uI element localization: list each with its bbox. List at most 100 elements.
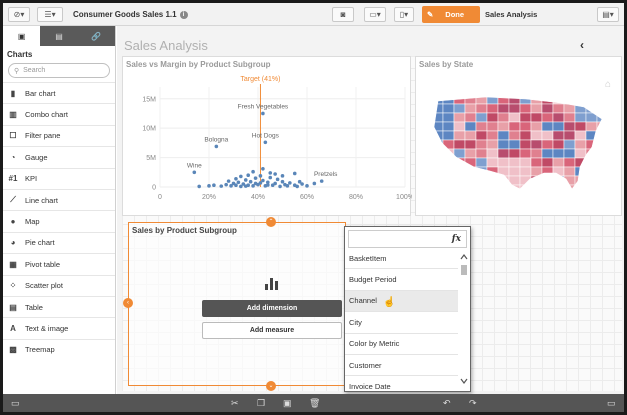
state-shape[interactable] bbox=[497, 121, 510, 132]
dimension-option[interactable]: Channel ☝ bbox=[345, 290, 458, 313]
state-shape[interactable] bbox=[453, 139, 466, 150]
state-shape[interactable] bbox=[486, 130, 499, 141]
state-shape[interactable] bbox=[519, 121, 532, 132]
dimension-option[interactable]: Customer bbox=[345, 355, 458, 377]
resize-handle-top[interactable]: ⌃ bbox=[266, 217, 276, 227]
state-shape[interactable] bbox=[530, 148, 543, 159]
chart-type-map[interactable]: ● Map bbox=[3, 210, 115, 231]
state-shape[interactable] bbox=[541, 121, 554, 132]
expression-input[interactable]: fx bbox=[348, 230, 467, 248]
state-shape[interactable] bbox=[541, 184, 554, 194]
state-shape[interactable] bbox=[519, 103, 532, 114]
state-shape[interactable] bbox=[475, 103, 488, 114]
state-shape[interactable] bbox=[596, 148, 608, 159]
state-shape[interactable] bbox=[585, 184, 598, 194]
state-shape[interactable] bbox=[541, 112, 554, 123]
state-shape[interactable] bbox=[541, 148, 554, 159]
state-shape[interactable] bbox=[497, 148, 510, 159]
delete-icon[interactable]: 🗑 bbox=[309, 397, 320, 409]
state-shape[interactable] bbox=[596, 121, 608, 132]
state-shape[interactable] bbox=[596, 175, 608, 186]
state-shape[interactable] bbox=[497, 95, 510, 105]
state-shape[interactable] bbox=[541, 175, 554, 186]
state-shape[interactable] bbox=[574, 95, 587, 105]
state-shape[interactable] bbox=[530, 139, 543, 150]
state-shape[interactable] bbox=[585, 95, 598, 105]
state-shape[interactable] bbox=[432, 130, 444, 141]
dimension-option[interactable]: BasketItem bbox=[345, 248, 458, 270]
resize-handle-bottom[interactable]: ⌄ bbox=[266, 381, 276, 391]
state-shape[interactable] bbox=[541, 139, 554, 150]
info-icon[interactable]: i bbox=[179, 10, 188, 19]
state-shape[interactable] bbox=[552, 103, 565, 114]
state-shape[interactable] bbox=[541, 166, 554, 177]
state-shape[interactable] bbox=[464, 130, 477, 141]
state-shape[interactable] bbox=[475, 148, 488, 159]
state-shape[interactable] bbox=[497, 184, 510, 194]
state-shape[interactable] bbox=[432, 148, 444, 159]
state-shape[interactable] bbox=[508, 139, 521, 150]
state-shape[interactable] bbox=[464, 184, 477, 194]
chart-type-pivot-table[interactable]: ▦ Pivot table bbox=[3, 253, 115, 274]
charts-tab[interactable]: ▣ bbox=[3, 26, 41, 46]
state-shape[interactable] bbox=[596, 184, 608, 194]
state-shape[interactable] bbox=[530, 103, 543, 114]
state-shape[interactable] bbox=[530, 184, 543, 194]
state-shape[interactable] bbox=[530, 121, 543, 132]
state-shape[interactable] bbox=[508, 121, 521, 132]
state-shape[interactable] bbox=[475, 139, 488, 150]
map-chart-panel[interactable]: Sales by State ⌂ bbox=[415, 56, 622, 216]
state-shape[interactable] bbox=[453, 121, 466, 132]
state-shape[interactable] bbox=[585, 121, 598, 132]
state-shape[interactable] bbox=[497, 175, 510, 186]
state-shape[interactable] bbox=[497, 112, 510, 123]
state-shape[interactable] bbox=[464, 139, 477, 150]
state-shape[interactable] bbox=[486, 148, 499, 159]
state-shape[interactable] bbox=[475, 184, 488, 194]
state-shape[interactable] bbox=[519, 148, 532, 159]
state-shape[interactable] bbox=[475, 130, 488, 141]
state-shape[interactable] bbox=[519, 112, 532, 123]
chart-type-kpi[interactable]: #1 KPI bbox=[3, 167, 115, 189]
selected-chart-panel[interactable]: Sales by Product Subgroup Add dimension … bbox=[123, 217, 346, 391]
state-shape[interactable] bbox=[486, 112, 499, 123]
state-shape[interactable] bbox=[596, 103, 608, 114]
state-shape[interactable] bbox=[486, 157, 499, 168]
state-shape[interactable] bbox=[530, 130, 543, 141]
state-shape[interactable] bbox=[464, 148, 477, 159]
state-shape[interactable] bbox=[508, 157, 521, 168]
presentation-icon[interactable]: ▭▾ bbox=[364, 7, 386, 22]
chart-search-input[interactable]: ⚲ Search bbox=[8, 63, 110, 78]
state-shape[interactable] bbox=[585, 148, 598, 159]
copy-icon[interactable]: ❐ bbox=[257, 397, 265, 409]
state-shape[interactable] bbox=[453, 175, 466, 186]
state-shape[interactable] bbox=[442, 112, 455, 123]
state-shape[interactable] bbox=[563, 139, 576, 150]
state-shape[interactable] bbox=[596, 95, 608, 105]
state-shape[interactable] bbox=[475, 121, 488, 132]
state-shape[interactable] bbox=[442, 121, 455, 132]
state-shape[interactable] bbox=[475, 166, 488, 177]
dropdown-scrollbar[interactable] bbox=[460, 253, 468, 385]
state-shape[interactable] bbox=[453, 157, 466, 168]
state-shape[interactable] bbox=[596, 157, 608, 168]
dimension-dropdown[interactable]: fx BasketItem Budget Period Channel ☝ City Co… bbox=[344, 226, 471, 392]
state-shape[interactable] bbox=[552, 121, 565, 132]
chart-type-gauge[interactable]: ◔ Gauge bbox=[3, 146, 115, 167]
dimension-option[interactable]: Color by Metric bbox=[345, 334, 458, 355]
done-button[interactable]: ✎ Done bbox=[422, 6, 480, 23]
state-shape[interactable] bbox=[475, 112, 488, 123]
chart-type-bar-chart[interactable]: ▮ Bar chart bbox=[3, 82, 115, 103]
state-shape[interactable] bbox=[508, 112, 521, 123]
add-dimension-button[interactable]: Add dimension bbox=[202, 300, 342, 317]
menu-icon[interactable]: ☰▾ bbox=[37, 7, 63, 22]
state-shape[interactable] bbox=[552, 139, 565, 150]
state-shape[interactable] bbox=[563, 95, 576, 105]
state-shape[interactable] bbox=[541, 103, 554, 114]
state-shape[interactable] bbox=[519, 139, 532, 150]
state-shape[interactable] bbox=[453, 130, 466, 141]
state-shape[interactable] bbox=[519, 157, 532, 168]
state-shape[interactable] bbox=[519, 166, 532, 177]
sheets-icon[interactable]: ▤▾ bbox=[597, 7, 619, 22]
state-shape[interactable] bbox=[574, 139, 587, 150]
